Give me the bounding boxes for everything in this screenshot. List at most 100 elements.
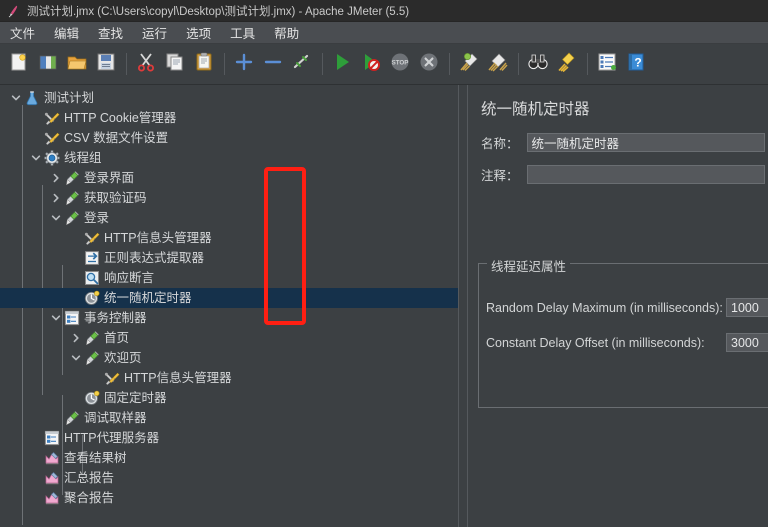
tree-node-label: 正则表达式提取器 <box>104 251 205 265</box>
test-plan-tree-pane[interactable]: 测试计划 HTTP Cookie管理器 CSV 数据文件设置 线程组登录界面获取验证码… <box>0 85 458 527</box>
toolbar-start-no-pauses[interactable] <box>358 51 384 77</box>
menu-help[interactable]: 帮助 <box>271 21 308 44</box>
title-bar: 测试计划.jmx (C:\Users\copyl\Desktop\测试计划.jm… <box>0 0 768 22</box>
toolbar-reset-search[interactable] <box>554 51 580 77</box>
tree-toggle-placeholder <box>28 128 44 148</box>
toolbar-shutdown[interactable] <box>416 51 442 77</box>
menu-edit[interactable]: 编辑 <box>51 21 88 44</box>
tree-node[interactable]: HTTP信息头管理器 <box>0 228 458 248</box>
tree-node[interactable]: 查看结果树 <box>0 448 458 468</box>
config-tools-icon <box>104 370 120 386</box>
chevron-down-icon[interactable] <box>48 308 64 328</box>
tree-toggle-placeholder <box>68 248 84 268</box>
tree-node-label: 事务控制器 <box>84 311 147 325</box>
toolbar-clear[interactable] <box>456 51 482 77</box>
chevron-right-icon[interactable] <box>48 168 64 188</box>
menu-bar: 文件 编辑 查找 运行 选项 工具 帮助 <box>0 22 768 44</box>
tree-node[interactable]: HTTP代理服务器 <box>0 428 458 448</box>
tree-node-label: HTTP Cookie管理器 <box>64 111 177 125</box>
random-delay-maximum-input[interactable] <box>726 298 768 317</box>
chevron-down-icon[interactable] <box>28 148 44 168</box>
tree-toggle-placeholder <box>28 468 44 488</box>
tree-node[interactable]: 获取验证码 <box>0 188 458 208</box>
chevron-down-icon[interactable] <box>68 348 84 368</box>
comment-input[interactable] <box>526 165 765 184</box>
tree-node[interactable]: 登录界面 <box>0 168 458 188</box>
tree-node-label: HTTP信息头管理器 <box>104 231 212 245</box>
menu-tools[interactable]: 工具 <box>227 21 264 44</box>
toolbar-collapse-all[interactable] <box>260 51 286 77</box>
chevron-right-icon[interactable] <box>48 188 64 208</box>
test-plan-tree[interactable]: 测试计划 HTTP Cookie管理器 CSV 数据文件设置 线程组登录界面获取验证码… <box>0 85 458 525</box>
name-input[interactable] <box>526 133 765 152</box>
tree-node[interactable]: 首页 <box>0 328 458 348</box>
main-split: 测试计划 HTTP Cookie管理器 CSV 数据文件设置 线程组登录界面获取验证码… <box>0 85 768 527</box>
toolbar-templates[interactable] <box>35 51 61 77</box>
tree-node[interactable]: 欢迎页 <box>0 348 458 368</box>
tree-node[interactable]: 响应断言 <box>0 268 458 288</box>
toolbar-new[interactable] <box>6 51 32 77</box>
shutdown-icon <box>418 51 440 78</box>
tree-node[interactable]: CSV 数据文件设置 <box>0 128 458 148</box>
start-no-timers-icon <box>360 51 382 78</box>
tree-node[interactable]: 统一随机定时器 <box>0 288 458 308</box>
tree-toggle-placeholder <box>68 228 84 248</box>
toolbar-search[interactable] <box>525 51 551 77</box>
tree-node[interactable]: 登录 <box>0 208 458 228</box>
tree-node[interactable]: 测试计划 <box>0 88 458 108</box>
clear-all-broom-icon <box>487 51 509 78</box>
toolbar-function-helper[interactable] <box>594 51 620 77</box>
tree-node-label: 响应断言 <box>104 271 155 285</box>
toolbar-open[interactable] <box>64 51 90 77</box>
toolbar-separator <box>224 53 225 75</box>
timer-clock-icon <box>84 290 100 306</box>
tree-toggle-placeholder <box>48 408 64 428</box>
toolbar-toggle[interactable] <box>289 51 315 77</box>
toolbar-paste[interactable] <box>191 51 217 77</box>
tree-toggle-placeholder <box>88 368 104 388</box>
toolbar-separator <box>449 53 450 75</box>
toolbar-save[interactable] <box>93 51 119 77</box>
tree-node[interactable]: 线程组 <box>0 148 458 168</box>
listener-chart-icon <box>44 490 60 506</box>
constant-delay-offset-input[interactable] <box>726 333 768 352</box>
toolbar-stop[interactable]: STOP <box>387 51 413 77</box>
toolbar-copy[interactable] <box>162 51 188 77</box>
toolbar-help[interactable]: ? <box>623 51 649 77</box>
tree-node[interactable]: 调试取样器 <box>0 408 458 428</box>
chevron-right-icon[interactable] <box>68 328 84 348</box>
split-divider[interactable] <box>458 85 468 527</box>
listener-chart-icon <box>44 470 60 486</box>
tree-node[interactable]: HTTP Cookie管理器 <box>0 108 458 128</box>
tree-node[interactable]: 正则表达式提取器 <box>0 248 458 268</box>
tree-node[interactable]: 汇总报告 <box>0 468 458 488</box>
menu-options[interactable]: 选项 <box>183 21 220 44</box>
menu-search[interactable]: 查找 <box>95 21 132 44</box>
copy-icon <box>164 51 186 78</box>
tree-toggle-placeholder <box>28 488 44 508</box>
tree-node[interactable]: 事务控制器 <box>0 308 458 328</box>
tree-node[interactable]: 固定定时器 <box>0 388 458 408</box>
chevron-down-icon[interactable] <box>8 88 24 108</box>
page-title: 统一随机定时器 <box>481 101 590 118</box>
http-sampler-icon <box>64 190 80 206</box>
tree-node[interactable]: 聚合报告 <box>0 488 458 508</box>
toolbar-start[interactable] <box>329 51 355 77</box>
toggle-enable-icon <box>291 51 313 78</box>
toolbar-cut[interactable] <box>133 51 159 77</box>
toolbar-expand-all[interactable] <box>231 51 257 77</box>
tree-node-label: HTTP代理服务器 <box>64 431 160 445</box>
thread-group-gear-icon <box>44 150 60 166</box>
tree-node[interactable]: HTTP信息头管理器 <box>0 368 458 388</box>
controller-icon <box>44 430 60 446</box>
name-label: 名称： <box>481 137 519 151</box>
tree-node-label: 首页 <box>104 331 130 345</box>
tree-node-label: 调试取样器 <box>84 411 147 425</box>
chevron-down-icon[interactable] <box>48 208 64 228</box>
tree-node-label: 登录界面 <box>84 171 135 185</box>
menu-run[interactable]: 运行 <box>139 21 176 44</box>
menu-file[interactable]: 文件 <box>7 21 44 44</box>
assertion-magnifier-icon <box>84 270 100 286</box>
toolbar-clear-all[interactable] <box>485 51 511 77</box>
templates-icon <box>37 51 59 78</box>
